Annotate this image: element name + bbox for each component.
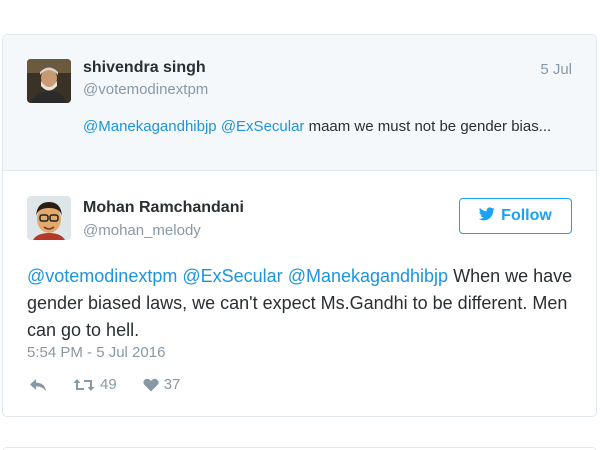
twitter-bird-icon — [478, 206, 495, 226]
parent-author-name[interactable]: shivendra singh — [83, 59, 206, 77]
parent-author-handle[interactable]: @votemodinextpm — [83, 81, 208, 98]
mention-link[interactable]: @ExSecular — [182, 266, 282, 286]
tweet-actions: 49 37 — [29, 376, 206, 393]
follow-button[interactable]: Follow — [459, 198, 572, 234]
mention-link[interactable]: @Manekagandhibjp — [288, 266, 448, 286]
reply-icon — [29, 378, 47, 392]
tweet-timestamp[interactable]: 5:54 PM - 5 Jul 2016 — [27, 344, 165, 361]
retweet-icon — [73, 378, 95, 392]
author-name[interactable]: Mohan Ramchandani — [83, 199, 244, 217]
avatar-shivendra[interactable] — [27, 59, 71, 103]
parent-tweet[interactable]: shivendra singh @votemodinextpm 5 Jul @M… — [3, 35, 596, 171]
mention-link[interactable]: @votemodinextpm — [27, 266, 177, 286]
retweet-button[interactable]: 49 — [73, 376, 117, 393]
mention-link[interactable]: @ExSecular — [221, 118, 305, 135]
reply-button[interactable] — [29, 378, 47, 392]
like-button[interactable]: 37 — [143, 376, 181, 393]
like-count: 37 — [163, 376, 181, 393]
tweet-text: @votemodinextpm @ExSecular @Manekagandhi… — [27, 263, 577, 344]
heart-icon — [143, 378, 159, 392]
parent-tweet-text: @Manekagandhibjp @ExSecular maam we must… — [83, 116, 583, 138]
retweet-count: 49 — [100, 376, 117, 393]
parent-tweet-date[interactable]: 5 Jul — [540, 61, 572, 78]
follow-label: Follow — [501, 207, 552, 224]
mention-link[interactable]: @Manekagandhibjp — [83, 118, 217, 135]
parent-tweet-body: maam we must not be gender bias... — [304, 118, 552, 135]
author-handle[interactable]: @mohan_melody — [83, 222, 201, 239]
avatar-mohan[interactable] — [27, 196, 71, 240]
tweet-embed-card: shivendra singh @votemodinextpm 5 Jul @M… — [2, 34, 597, 417]
